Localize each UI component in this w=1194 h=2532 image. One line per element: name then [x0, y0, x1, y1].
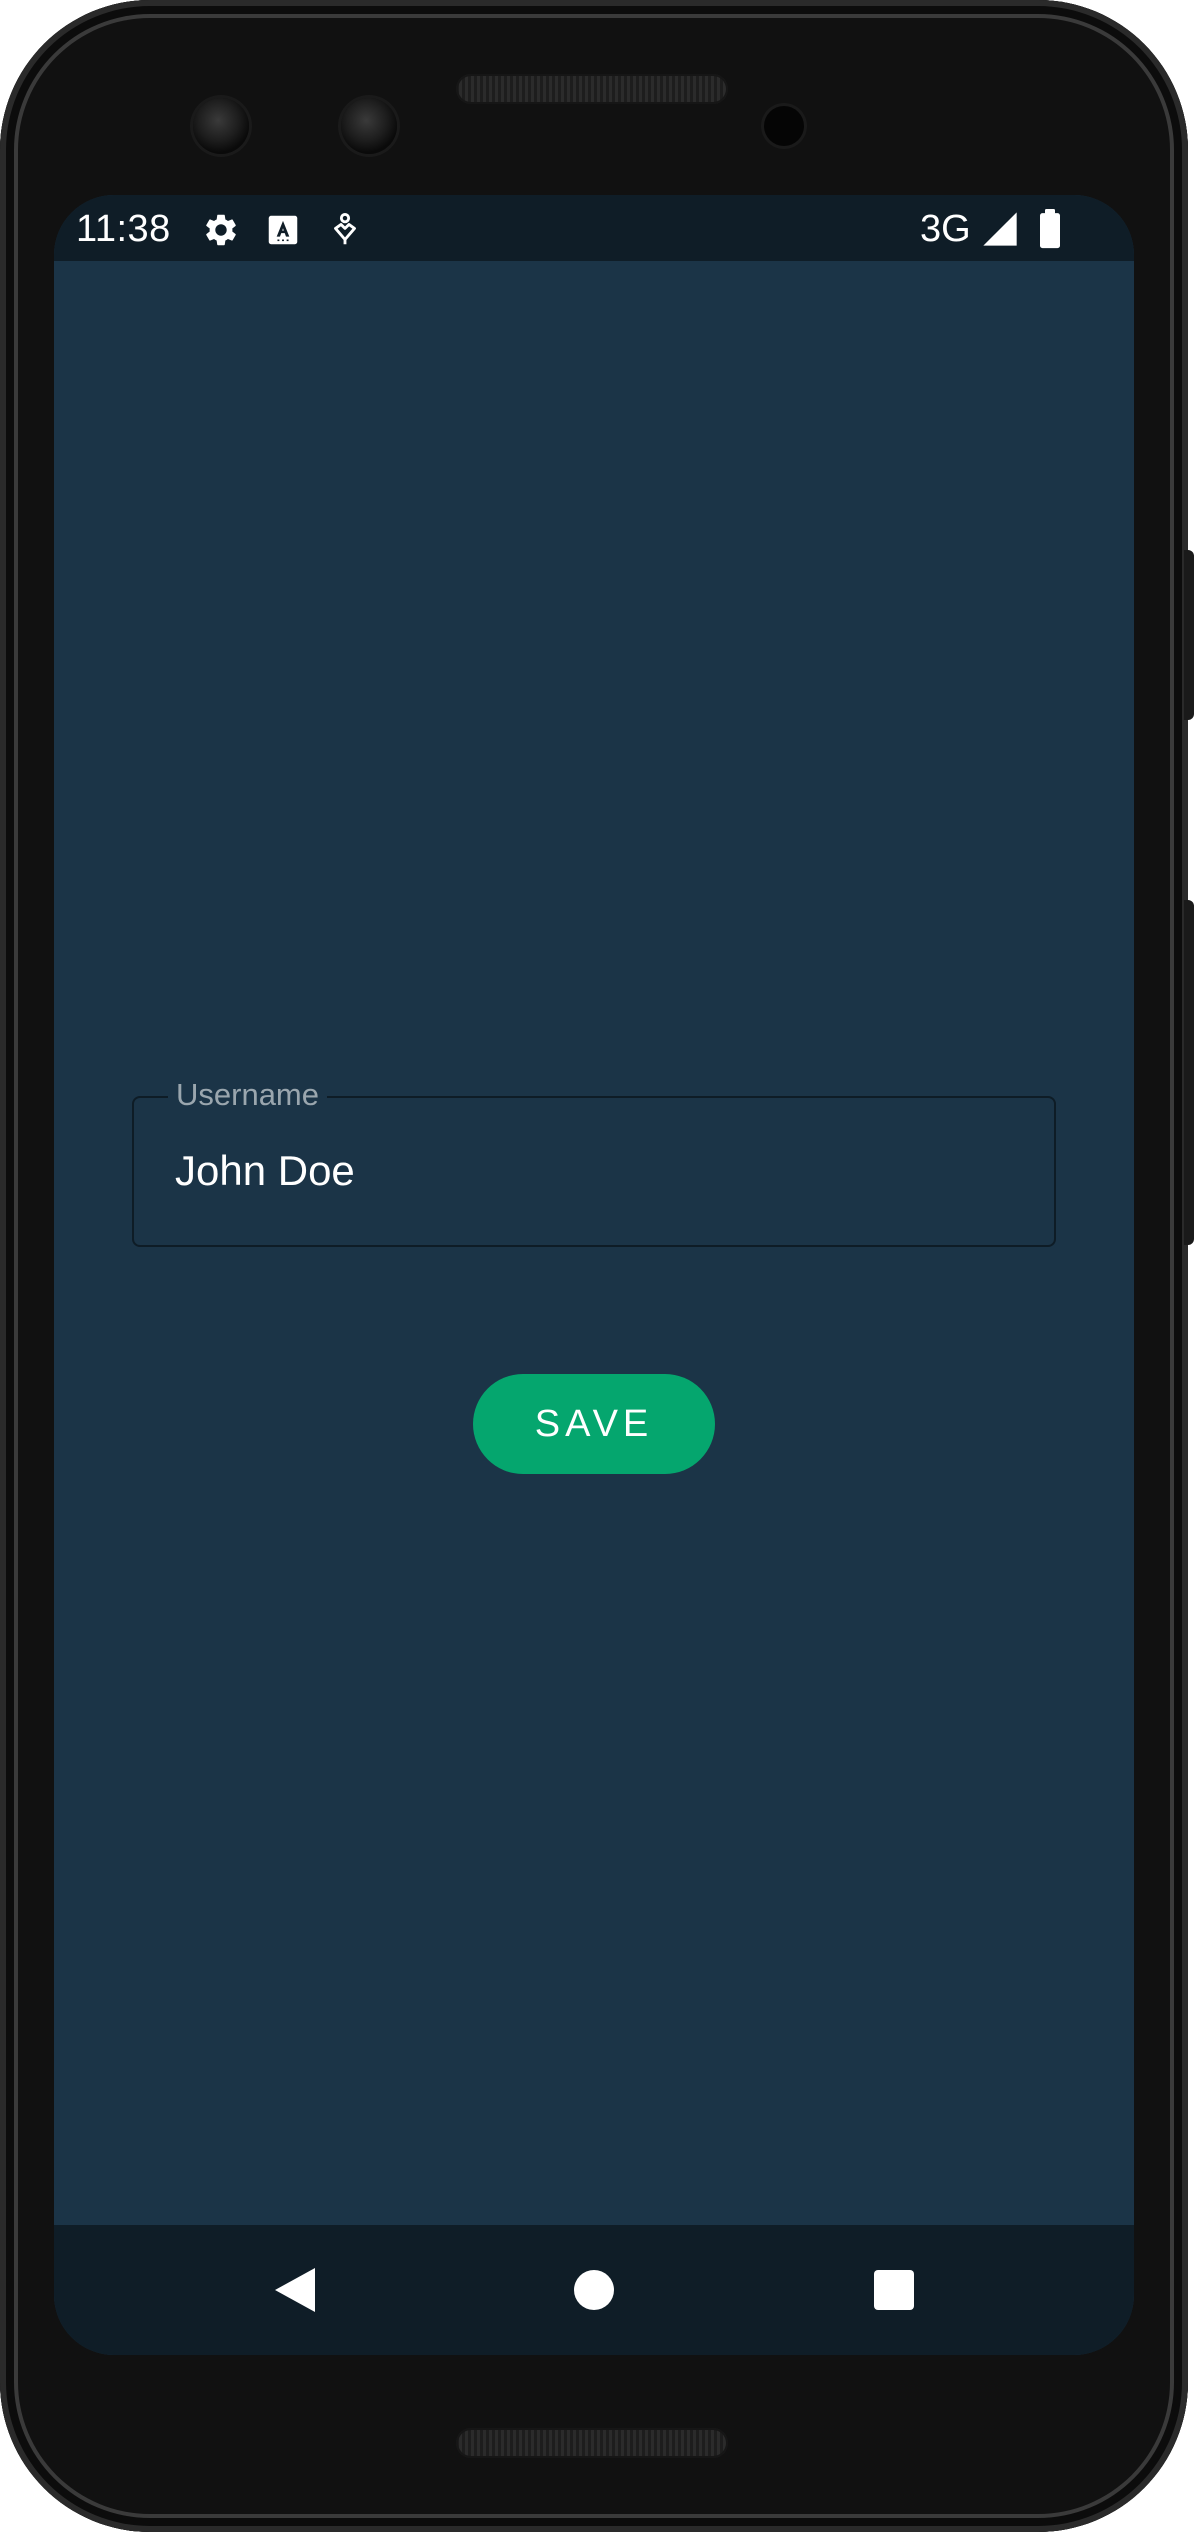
- username-label: Username: [168, 1076, 327, 1114]
- volume-rocker: [1184, 900, 1194, 1245]
- recents-button[interactable]: [854, 2250, 934, 2330]
- network-type: 3G: [920, 208, 971, 250]
- proximity-sensor-icon: [764, 106, 804, 146]
- settings-gear-icon: [206, 214, 236, 246]
- top-speaker-grille: [456, 74, 728, 104]
- main-content: Username John Doe SAVE: [54, 261, 1134, 2225]
- status-bar: 11:38 3G: [54, 195, 1134, 261]
- cell-signal-icon: [983, 212, 1017, 246]
- device-screen: 11:38 3G Username John Doe SAVE: [54, 195, 1134, 2355]
- font-a-icon: [268, 215, 298, 245]
- phone-frame: 11:38 3G Username John Doe SAVE: [0, 0, 1194, 2532]
- accessibility-person-icon: [334, 213, 356, 245]
- home-button[interactable]: [554, 2250, 634, 2330]
- navigation-bar: [54, 2225, 1134, 2355]
- bottom-speaker-grille: [456, 2428, 728, 2458]
- recents-square-icon: [874, 2270, 914, 2310]
- back-triangle-icon: [275, 2268, 315, 2312]
- battery-icon: [1040, 209, 1060, 249]
- home-circle-icon: [574, 2270, 614, 2310]
- front-camera-icon: [193, 98, 249, 154]
- back-button[interactable]: [254, 2250, 334, 2330]
- save-button-label: SAVE: [534, 1402, 654, 1445]
- status-time: 11:38: [76, 208, 171, 250]
- front-camera-secondary-icon: [341, 98, 397, 154]
- power-button: [1184, 550, 1194, 720]
- username-input[interactable]: John Doe: [175, 1146, 355, 1196]
- username-field[interactable]: Username John Doe: [132, 1076, 1056, 1247]
- save-button[interactable]: SAVE: [473, 1374, 715, 1474]
